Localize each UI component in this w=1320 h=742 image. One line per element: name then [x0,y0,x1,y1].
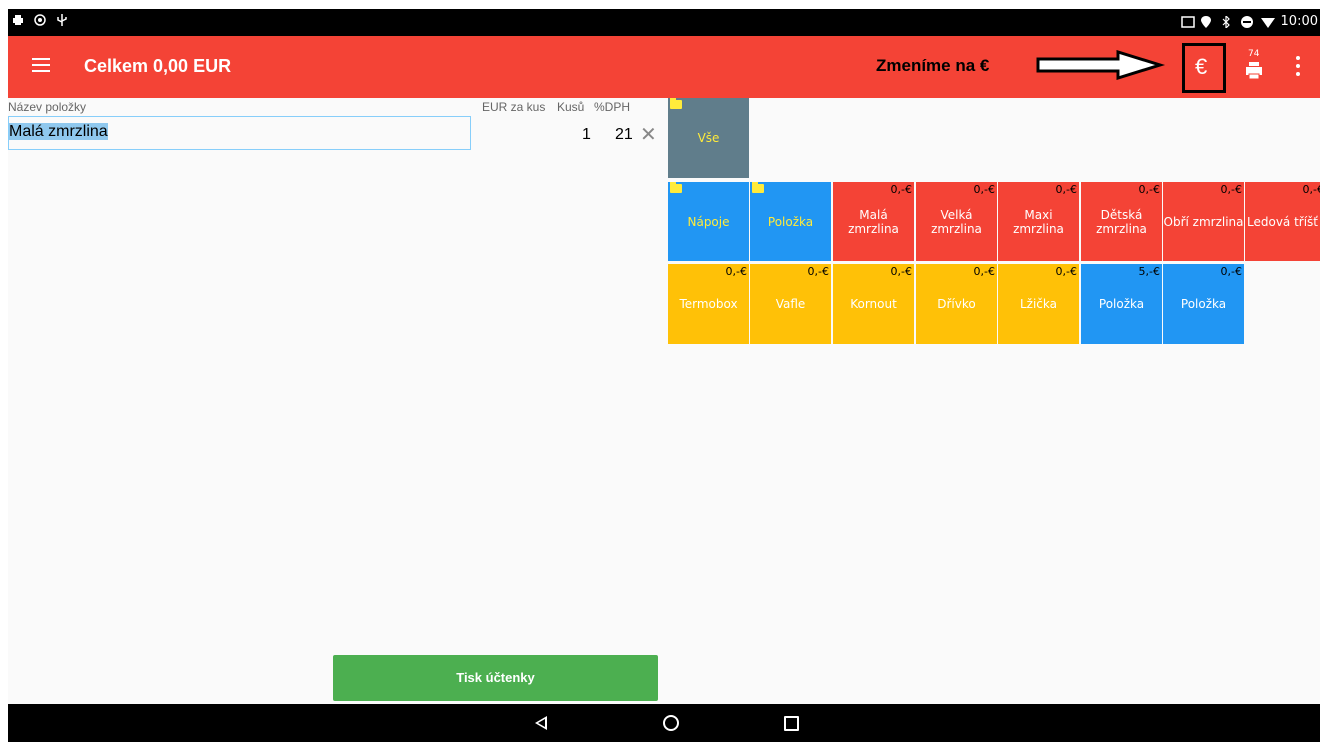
page-title: Celkem 0,00 EUR [84,56,232,76]
tile-label: Vše [697,131,720,145]
record-icon [34,14,46,26]
tile-price: 0,-€ [1220,183,1242,196]
product-tile[interactable]: 0,-€ Termobox [668,264,749,344]
tile-price: 0,-€ [890,183,912,196]
tile-price: 0,-€ [890,265,912,278]
currency-button[interactable]: € [1195,54,1207,80]
product-tile[interactable]: 0,-€ Lžička [998,264,1079,344]
status-time: 10:00 [1280,14,1318,29]
tile-price: 0,-€ [973,265,995,278]
product-tile[interactable]: 0,-€ Obří zmrzlina [1163,182,1244,261]
product-tile[interactable]: 0,-€ Položka [1163,264,1244,344]
product-tile[interactable]: Vše [668,98,749,178]
tile-price: 0,-€ [807,265,829,278]
tile-label: Položka [767,214,814,229]
header-qty: Kusů [557,100,585,114]
tile-price: 0,-€ [973,183,995,196]
tile-price: 0,-€ [725,265,747,278]
navigation-bar [8,704,1320,742]
product-tile[interactable]: 0,-€ Dětská zmrzlina [1081,182,1162,261]
main-content: Název položky EUR za kus Kusů %DPH Malá … [8,98,1320,704]
header-vat: %DPH [594,100,631,114]
product-tile[interactable]: 0,-€ Vafle [750,264,831,344]
product-tile[interactable]: 0,-€ Maxi zmrzlina [998,182,1079,261]
tile-label: Obří zmrzlina [1163,214,1244,229]
product-tile[interactable]: 0,-€ Kornout [833,264,914,344]
item-name-field[interactable]: Malá zmrzlina [8,116,471,150]
menu-icon[interactable] [32,58,50,72]
recent-apps-icon[interactable] [784,716,799,731]
tile-price: 0,-€ [1055,183,1077,196]
product-tile[interactable]: 0,-€ Ledová tříšť [1245,182,1320,261]
tile-label: Lžička [1019,297,1057,311]
usb-icon [56,14,68,26]
bluetooth-icon [1221,14,1233,29]
product-tile[interactable]: Položka [750,182,831,261]
remove-item-icon[interactable]: ✕ [640,122,657,146]
tile-label: Dřívko [937,297,976,311]
dnd-icon [1240,15,1253,28]
annotation-arrow-icon [1036,50,1166,80]
annotation-text: Zmeníme na € [876,56,990,75]
wifi-icon [1260,16,1275,28]
print-count-badge: 74 [1248,49,1260,59]
product-tile[interactable]: Nápoje [668,182,749,261]
back-icon[interactable] [535,716,547,730]
tile-price: 5,-€ [1138,265,1160,278]
print-receipt-button[interactable]: Tisk účtenky [333,655,658,701]
tile-price: 0,-€ [1138,183,1160,196]
tile-price: 0,-€ [1220,265,1242,278]
header-price: EUR za kus [482,100,546,114]
tile-price: 0,-€ [1055,265,1077,278]
header-item-name: Název položky [8,100,87,114]
tile-label: Termobox [679,297,738,311]
folder-icon [670,98,682,109]
more-options-icon[interactable] [1296,56,1300,76]
product-tile[interactable]: 0,-€ Malá zmrzlina [833,182,914,261]
folder-icon [752,182,764,193]
product-tile[interactable]: 5,-€ Položka [1081,264,1162,344]
cast-icon [1180,15,1195,28]
tile-label: Maxi zmrzlina [1013,207,1064,236]
tile-label: Dětská zmrzlina [1096,207,1147,236]
item-name-value: Malá zmrzlina [9,123,108,140]
folder-icon [670,182,682,193]
product-tile[interactable]: 0,-€ Velká zmrzlina [916,182,997,261]
print-icon [12,14,24,26]
item-qty[interactable]: 1 [582,126,591,144]
tile-label: Vafle [775,297,806,311]
tile-label: Položka [1098,297,1145,311]
tile-price: 0,-€ [1302,183,1320,196]
tile-label: Ledová tříšť [1247,214,1319,229]
status-bar: 10:00 [8,9,1320,36]
app-bar: Celkem 0,00 EUR Zmeníme na € € 74 [8,36,1320,98]
item-vat[interactable]: 21 [615,126,633,144]
tile-label: Kornout [850,297,897,311]
tile-label: Velká zmrzlina [931,207,982,236]
location-icon [1200,15,1213,28]
tile-label: Nápoje [687,214,730,229]
product-tile[interactable]: 0,-€ Dřívko [916,264,997,344]
tile-label: Položka [1180,297,1227,311]
tile-label: Malá zmrzlina [848,207,899,236]
home-icon[interactable] [663,715,679,731]
